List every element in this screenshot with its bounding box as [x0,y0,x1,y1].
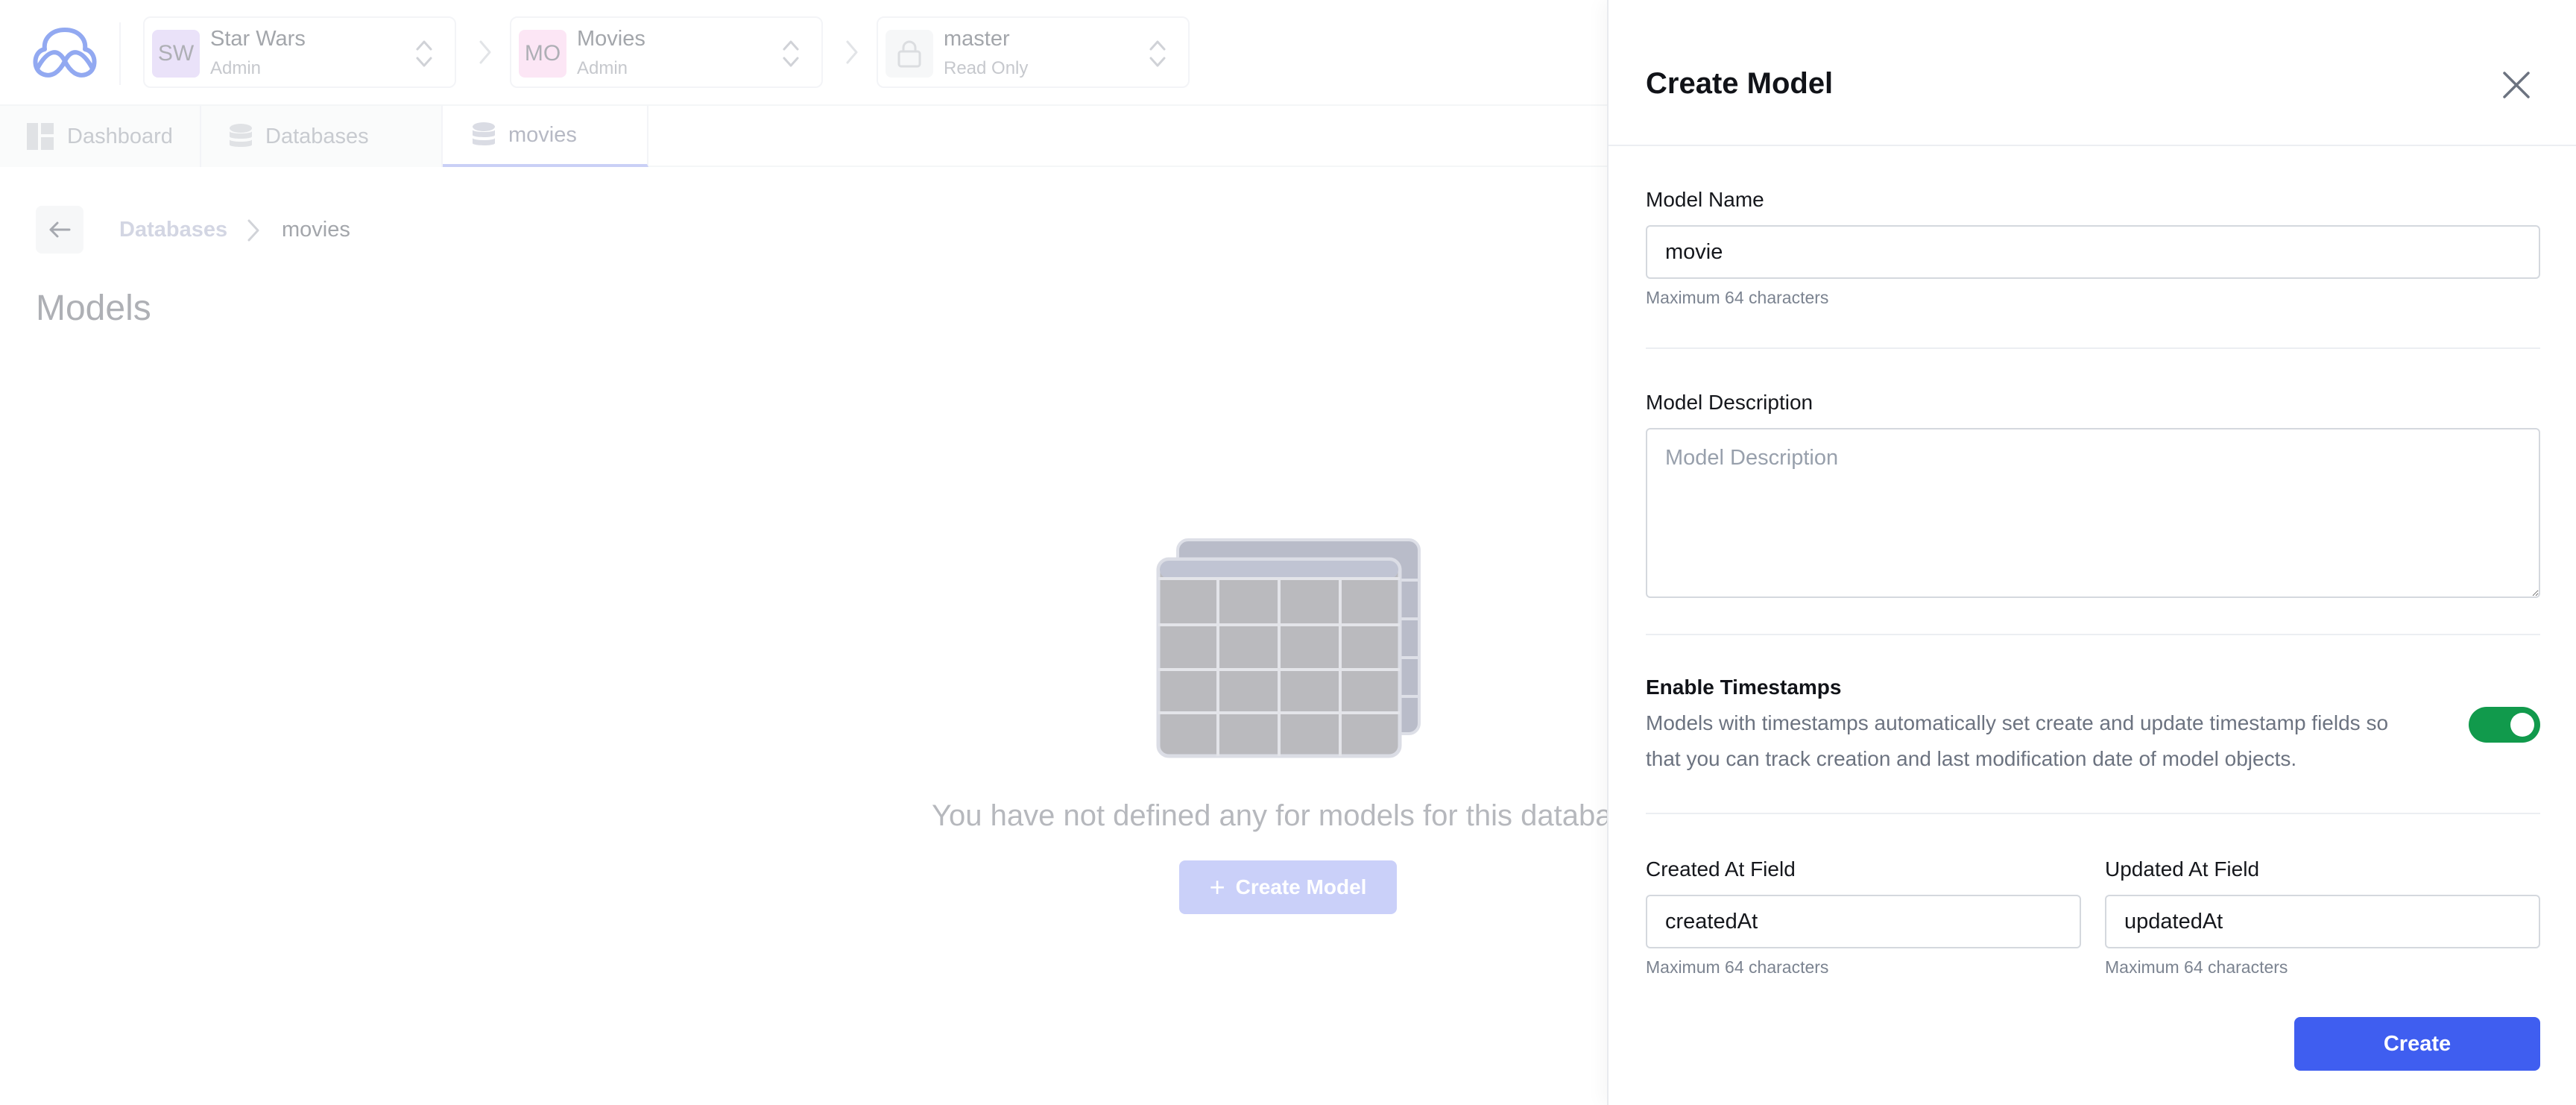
chevron-right-icon [479,40,491,64]
create-model-drawer: Create Model Model Name Maximum 64 chara… [1607,0,2576,1105]
divider [1646,813,2540,814]
updated-at-input[interactable] [2105,895,2540,948]
project-selector[interactable]: MO Movies Admin [510,16,823,88]
tab-databases[interactable]: Databases [201,106,443,167]
divider [1646,347,2540,349]
create-model-label: Create Model [1235,875,1367,898]
breadcrumb-current: movies [282,218,350,242]
org-avatar: SW [152,30,200,78]
project-avatar: MO [519,30,566,78]
toggle-knob [2510,713,2534,737]
chevron-updown-icon [416,40,432,67]
breadcrumb-databases-link[interactable]: Databases [119,218,227,242]
model-description-label: Model Description [1646,391,1813,414]
app-background: SW Star Wars Admin MO Movies Admin maste… [0,0,1644,1105]
model-name-hint: Maximum 64 characters [1646,288,1829,307]
created-at-label: Created At Field [1646,857,1796,881]
timestamps-description: Models with timestamps automatically set… [1646,711,2389,770]
timestamps-toggle[interactable] [2469,707,2540,743]
arrow-left-icon [49,221,71,238]
model-name-input[interactable] [1646,225,2540,279]
dashboard-icon [27,123,54,150]
updated-at-hint: Maximum 64 characters [2105,957,2288,977]
timestamps-label: Enable Timestamps [1646,676,1842,699]
created-at-input[interactable] [1646,895,2081,948]
top-bar: SW Star Wars Admin MO Movies Admin maste… [0,0,1610,106]
chevron-right-icon [846,40,858,64]
chevron-updown-icon [783,40,799,67]
lock-icon [886,30,933,78]
divider [1646,634,2540,635]
branch-selector[interactable]: master Read Only [877,16,1190,88]
org-selector[interactable]: SW Star Wars Admin [143,16,456,88]
created-at-hint: Maximum 64 characters [1646,957,1829,977]
drawer-title: Create Model [1646,67,1834,100]
updated-at-label: Updated At Field [2105,857,2260,881]
app-logo-icon [33,28,97,78]
tab-label: movies [508,122,577,147]
chevron-updown-icon [1149,40,1166,67]
create-button[interactable]: Create [2294,1017,2540,1071]
header-divider [119,22,121,85]
plus-icon: + [1209,872,1225,902]
page-title: Models [36,289,151,328]
empty-table-illustration-icon [1156,538,1421,758]
back-button[interactable] [36,206,83,254]
project-name: Movies [577,27,645,51]
project-role: Admin [577,58,628,78]
empty-state-message: You have not defined any for models for … [932,799,1644,832]
branch-role: Read Only [944,58,1029,78]
branch-name: master [944,27,1010,51]
drawer-header: Create Model [1609,0,2576,146]
tab-bar: Dashboard Databases movies [0,106,1610,167]
tab-movies[interactable]: movies [443,106,648,167]
model-description-input[interactable] [1646,428,2540,598]
close-icon[interactable] [2500,69,2533,101]
create-model-button[interactable]: + Create Model [1179,860,1397,914]
chevron-right-icon [247,219,259,242]
tab-dashboard[interactable]: Dashboard [0,106,201,167]
database-icon [473,122,495,145]
tab-label: Dashboard [67,124,173,148]
tab-label: Databases [265,124,369,148]
org-name: Star Wars [210,27,306,51]
database-icon [230,124,252,147]
org-role: Admin [210,58,262,78]
model-name-label: Model Name [1646,188,1764,211]
